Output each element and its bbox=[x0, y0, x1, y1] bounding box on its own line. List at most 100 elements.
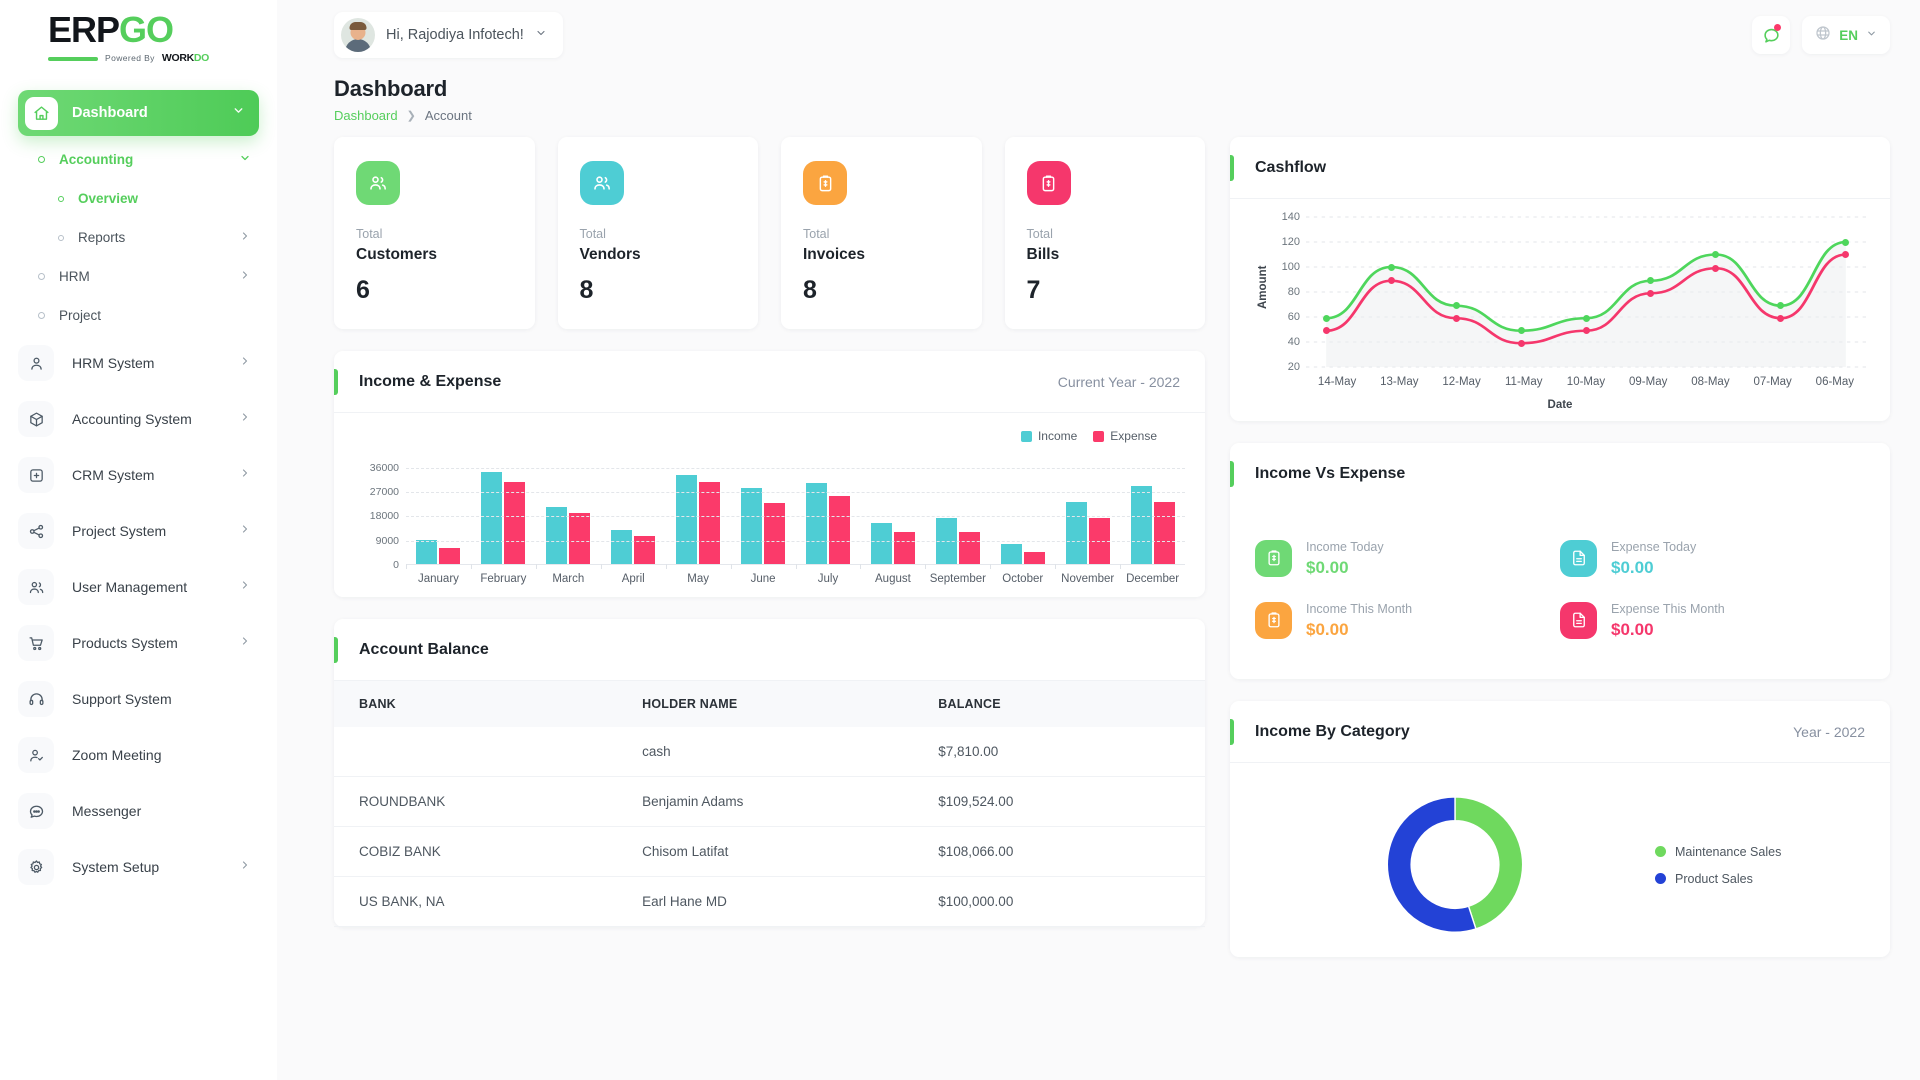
bank-cell: ROUNDBANK bbox=[334, 776, 631, 827]
bar-group[interactable] bbox=[600, 530, 666, 569]
data-point[interactable] bbox=[1452, 314, 1460, 322]
sidebar-item-system-setup[interactable]: System Setup bbox=[0, 839, 277, 895]
language-selector[interactable]: EN bbox=[1802, 16, 1890, 54]
stat-card-bills[interactable]: Total Bills 7 bbox=[1004, 137, 1205, 329]
bar-expense[interactable] bbox=[504, 482, 526, 564]
bar-expense[interactable] bbox=[569, 513, 591, 564]
bar-group[interactable] bbox=[795, 483, 861, 569]
donut-legend-item[interactable]: Product Sales bbox=[1655, 872, 1865, 886]
chat-notification-icon[interactable] bbox=[1752, 16, 1791, 54]
chevron-right-icon bbox=[239, 858, 251, 876]
x-tick-label: April bbox=[621, 573, 645, 585]
sidebar-item-messenger[interactable]: Messenger bbox=[0, 783, 277, 839]
data-point[interactable] bbox=[1387, 263, 1395, 271]
bar-income[interactable] bbox=[676, 475, 698, 564]
sidebar-item-overview[interactable]: Overview bbox=[0, 179, 277, 218]
stat-card-customers[interactable]: Total Customers 6 bbox=[334, 137, 535, 329]
bar-income[interactable] bbox=[416, 540, 438, 564]
bar-income[interactable] bbox=[481, 472, 503, 564]
sidebar-item-project-system[interactable]: Project System bbox=[0, 503, 277, 559]
sidebar-item-accounting-system[interactable]: Accounting System bbox=[0, 391, 277, 447]
bar-group[interactable] bbox=[406, 540, 471, 569]
metric-label: Income Today bbox=[1306, 540, 1384, 554]
bar-income[interactable] bbox=[611, 530, 633, 564]
sidebar-item-accounting[interactable]: Accounting bbox=[0, 140, 277, 179]
table-row[interactable]: COBIZ BANK Chisom Latifat $108,066.00 bbox=[334, 826, 1205, 877]
bill-icon bbox=[1026, 161, 1071, 205]
sidebar-item-hrm-system[interactable]: HRM System bbox=[0, 335, 277, 391]
bar-income[interactable] bbox=[1065, 502, 1087, 564]
bar-group[interactable] bbox=[470, 472, 536, 569]
logo-workdo-accent: DO bbox=[193, 52, 210, 65]
bar-expense[interactable] bbox=[1023, 552, 1045, 564]
brand-logo[interactable]: ERP GO Powered By WORKDO bbox=[0, 0, 277, 76]
bar-income[interactable] bbox=[1000, 544, 1022, 564]
cashflow-card: Cashflow Amount 20 40 60 80 100 120 140 14-May… bbox=[1230, 137, 1890, 421]
x-tick-label: January bbox=[418, 573, 459, 585]
sidebar-item-hrm-label: HRM bbox=[59, 269, 90, 284]
data-point[interactable] bbox=[1517, 339, 1525, 347]
customers-icon bbox=[356, 161, 400, 205]
sidebar-item-support-system[interactable]: Support System bbox=[0, 671, 277, 727]
x-tick-label: July bbox=[817, 573, 839, 585]
main-area: Hi, Rajodiya Infotech! EN Dashboard Dash… bbox=[277, 0, 1920, 1080]
data-point[interactable] bbox=[1582, 327, 1590, 335]
bar-expense[interactable] bbox=[439, 548, 461, 564]
bar-group[interactable] bbox=[665, 475, 731, 569]
income-expense-title: Income & Expense bbox=[359, 372, 502, 390]
stat-card-invoices[interactable]: Total Invoices 8 bbox=[781, 137, 982, 329]
bar-income[interactable] bbox=[805, 483, 827, 564]
logo-text-accent: GO bbox=[119, 9, 174, 51]
data-point[interactable] bbox=[1842, 238, 1850, 246]
bar-income[interactable] bbox=[1130, 486, 1152, 564]
sidebar-item-project[interactable]: Project bbox=[0, 296, 277, 335]
holder-cell: Chisom Latifat bbox=[630, 826, 927, 877]
sidebar-item-messenger-label: Messenger bbox=[72, 803, 142, 819]
bar-group[interactable] bbox=[860, 523, 925, 569]
cashflow-title: Cashflow bbox=[1255, 158, 1327, 176]
bar-expense[interactable] bbox=[699, 482, 721, 564]
stat-card-vendors[interactable]: Total Vendors 8 bbox=[557, 137, 758, 329]
sidebar-item-reports[interactable]: Reports bbox=[0, 218, 277, 257]
bar-expense[interactable] bbox=[958, 532, 980, 564]
bar-income[interactable] bbox=[870, 523, 892, 564]
donut-legend-item[interactable]: Maintenance Sales bbox=[1655, 845, 1865, 859]
bar-expense[interactable] bbox=[764, 503, 786, 564]
bar-expense[interactable] bbox=[1153, 502, 1175, 564]
sidebar-item-hrm[interactable]: HRM bbox=[0, 257, 277, 296]
data-point[interactable] bbox=[1322, 327, 1330, 335]
sidebar-item-user-management[interactable]: User Management bbox=[0, 559, 277, 615]
sidebar-item-crm-system[interactable]: CRM System bbox=[0, 447, 277, 503]
sidebar-item-dashboard-label: Dashboard bbox=[72, 105, 148, 121]
bar-income[interactable] bbox=[741, 488, 763, 564]
data-point[interactable] bbox=[1387, 277, 1395, 285]
bar-plot: 0 9000 18000 27000 36000 bbox=[354, 457, 1185, 571]
data-point[interactable] bbox=[1322, 314, 1330, 322]
y-tick-label: 120 bbox=[1281, 236, 1300, 248]
sidebar-item-products-system[interactable]: Products System bbox=[0, 615, 277, 671]
metric-label: Expense Today bbox=[1611, 540, 1697, 554]
bar-expense[interactable] bbox=[893, 532, 915, 564]
sidebar-subnav: Accounting Overview Reports HRM Project bbox=[0, 140, 277, 335]
breadcrumb-item-dashboard[interactable]: Dashboard bbox=[334, 108, 398, 123]
data-point[interactable] bbox=[1517, 327, 1525, 335]
bar-group[interactable] bbox=[1055, 502, 1120, 569]
table-row[interactable]: US BANK, NA Earl Hane MD $100,000.00 bbox=[334, 876, 1205, 927]
bar-group[interactable] bbox=[990, 544, 1055, 569]
table-row[interactable]: cash $7,810.00 bbox=[334, 727, 1205, 777]
data-point[interactable] bbox=[1582, 314, 1590, 322]
legend-item-income[interactable]: Income bbox=[1020, 429, 1077, 443]
gridline bbox=[406, 467, 1185, 469]
table-row[interactable]: ROUNDBANK Benjamin Adams $109,524.00 bbox=[334, 776, 1205, 827]
y-tick-label: 60 bbox=[1287, 311, 1300, 323]
bar-expense[interactable] bbox=[828, 496, 850, 564]
legend-item-expense[interactable]: Expense bbox=[1093, 429, 1157, 443]
data-point[interactable] bbox=[1452, 302, 1460, 310]
sidebar-item-zoom-meeting[interactable]: Zoom Meeting bbox=[0, 727, 277, 783]
bar-group[interactable] bbox=[1120, 486, 1185, 569]
sidebar-item-dashboard[interactable]: Dashboard bbox=[18, 90, 259, 136]
bar-x-axis: January February March April May June July Augu… bbox=[406, 573, 1185, 585]
bar-group[interactable] bbox=[730, 488, 796, 569]
user-menu-button[interactable]: Hi, Rajodiya Infotech! bbox=[334, 12, 563, 58]
chevron-right-icon bbox=[239, 269, 251, 284]
